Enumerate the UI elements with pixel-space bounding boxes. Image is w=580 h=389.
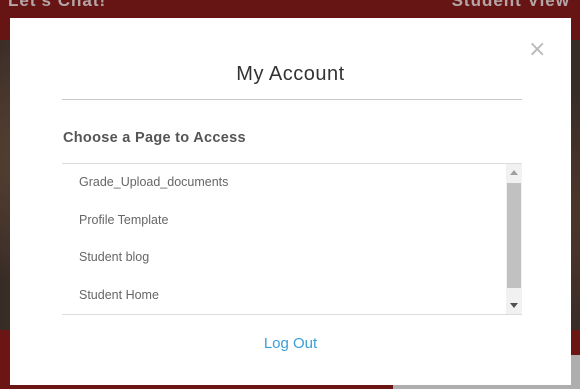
close-icon[interactable]: × <box>528 39 546 61</box>
page-list-scrollbar[interactable] <box>506 164 522 314</box>
modal-title: My Account <box>236 63 345 85</box>
scroll-thumb[interactable] <box>507 183 521 288</box>
page-list-item-grade-upload[interactable]: Grade_Upload_documents <box>62 164 504 202</box>
scroll-up-arrow-icon[interactable] <box>510 170 518 175</box>
page-list-item-student-blog[interactable]: Student blog <box>62 239 504 277</box>
page-list-items: Grade_Upload_documents Profile Template … <box>62 164 504 314</box>
section-label: Choose a Page to Access <box>63 130 246 146</box>
page-list[interactable]: Grade_Upload_documents Profile Template … <box>62 163 522 315</box>
log-out-link[interactable]: Log Out <box>10 335 571 352</box>
my-account-modal: × My Account Choose a Page to Access Gra… <box>10 18 571 385</box>
title-divider <box>62 99 522 100</box>
page-list-item-profile-template[interactable]: Profile Template <box>62 202 504 240</box>
page-list-item-student-home[interactable]: Student Home <box>62 277 504 315</box>
scroll-down-arrow-icon[interactable] <box>510 303 518 308</box>
